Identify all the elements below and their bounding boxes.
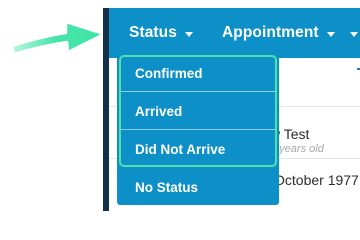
chevron-down-icon [326, 31, 335, 37]
appointment-menu-button[interactable]: Appointment [222, 8, 335, 58]
chevron-down-icon [184, 31, 193, 37]
header-bar: Status Appointment [109, 8, 360, 58]
status-option-did-not-arrive[interactable]: Did Not Arrive [117, 130, 279, 168]
status-option-no-status[interactable]: No Status [117, 168, 279, 206]
status-option-confirmed[interactable]: Confirmed [117, 54, 279, 92]
status-menu-label: Status [129, 24, 177, 41]
chevron-down-icon [350, 31, 358, 37]
status-menu-button[interactable]: Status [129, 8, 193, 58]
status-option-arrived[interactable]: Arrived [117, 92, 279, 130]
patient-dob-fragment: October 1977 [274, 172, 359, 188]
more-menu-button[interactable] [350, 8, 358, 58]
pointing-arrow-icon [10, 20, 106, 56]
appointment-menu-label: Appointment [222, 24, 319, 41]
